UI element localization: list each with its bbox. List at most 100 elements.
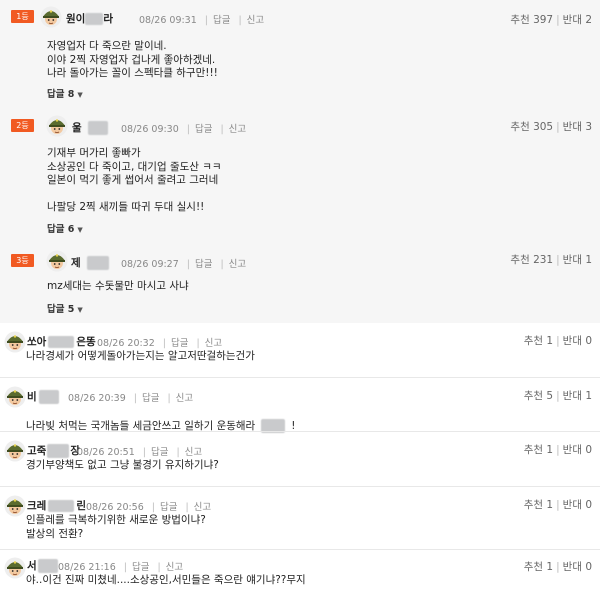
report-link[interactable]: 신고 bbox=[185, 447, 202, 458]
oppose-button[interactable]: 반대 1 bbox=[563, 254, 592, 266]
chevron-down-icon: ▼ bbox=[77, 91, 83, 99]
nickname-redaction bbox=[47, 444, 70, 458]
reply-link[interactable]: 답글 bbox=[160, 502, 177, 513]
comment-date: 08/26 20:51 bbox=[77, 447, 135, 458]
nickname[interactable]: 서 bbox=[27, 558, 58, 573]
comment-meta: 08/26 21:16 | 답글 | 신고 bbox=[58, 562, 184, 573]
report-link[interactable]: 신고 bbox=[247, 15, 264, 26]
avatar[interactable] bbox=[46, 115, 68, 137]
reply-link[interactable]: 답글 bbox=[213, 15, 230, 26]
comment-date: 08/26 21:16 bbox=[58, 562, 116, 573]
nickname[interactable]: 크레 린 bbox=[27, 498, 86, 513]
reply-count-toggle[interactable]: 답글 8 ▼ bbox=[47, 86, 83, 100]
comment-date: 08/26 09:27 bbox=[121, 259, 179, 270]
nickname-text: 고죽 bbox=[27, 445, 47, 457]
comment-date: 08/26 09:31 bbox=[139, 15, 197, 26]
report-link[interactable]: 신고 bbox=[229, 124, 246, 135]
oppose-button[interactable]: 반대 1 bbox=[563, 390, 592, 402]
report-link[interactable]: 신고 bbox=[194, 502, 211, 513]
reply-link[interactable]: 답글 bbox=[142, 393, 159, 404]
nickname[interactable]: 울 bbox=[72, 120, 108, 135]
nickname-redaction bbox=[37, 559, 58, 573]
nickname-text: 쏘아 bbox=[27, 336, 47, 348]
recommend-button[interactable]: 추천 397 bbox=[510, 14, 553, 26]
reply-count: 답글 8 bbox=[47, 89, 75, 100]
best-comment: 1등 원이 라 08/26 09:31 | 답글 | 신고 추천 397 | 반대 2 자영업… bbox=[0, 0, 600, 107]
avatar[interactable] bbox=[40, 6, 62, 28]
oppose-button[interactable]: 반대 0 bbox=[563, 499, 592, 511]
recommend-button[interactable]: 추천 1 bbox=[524, 335, 553, 347]
nickname-redaction bbox=[48, 336, 75, 348]
comment-body: 자영업자 다 죽으란 말이네. 이야 2찍 자영업자 겁나게 좋아하겠네. 나라… bbox=[47, 40, 218, 79]
comment-item: 크레 린 08/26 20:56 | 답글 | 신고 추천 1 | 반대 0 인플레를 극복하… bbox=[0, 487, 600, 549]
nickname[interactable]: 원이 라 bbox=[66, 11, 113, 26]
comment-item: 비 08/26 20:39 | 답글 | 신고 추천 5 | 반대 1 나라빚 처먹는 국개… bbox=[0, 378, 600, 433]
comment-body: 야..이건 진짜 미쳤네....소상공인,서민들은 죽으란 얘기냐??무지 bbox=[26, 574, 306, 586]
avatar[interactable] bbox=[4, 386, 26, 408]
comment-meta: 08/26 20:39 | 답글 | 신고 bbox=[68, 393, 194, 404]
report-link[interactable]: 신고 bbox=[229, 259, 246, 270]
comment-date: 08/26 09:30 bbox=[121, 124, 179, 135]
recommend-button[interactable]: 추천 1 bbox=[524, 444, 553, 456]
best-comments-section: 1등 원이 라 08/26 09:31 | 답글 | 신고 추천 397 | 반대 2 자영업… bbox=[0, 0, 600, 323]
reply-count: 답글 5 bbox=[47, 304, 75, 315]
nickname-tail: 라 bbox=[103, 13, 113, 25]
comment-item: 고죽 장 08/26 20:51 | 답글 | 신고 추천 1 | 반대 0 경기부양책도 없… bbox=[0, 432, 600, 486]
recommend-button[interactable]: 추천 305 bbox=[510, 121, 553, 133]
avatar[interactable] bbox=[4, 440, 26, 462]
recommend-button[interactable]: 추천 1 bbox=[524, 499, 553, 511]
oppose-button[interactable]: 반대 2 bbox=[563, 14, 592, 26]
vote-counts: 추천 397 | 반대 2 bbox=[510, 14, 592, 26]
comment-meta: 08/26 20:56 | 답글 | 신고 bbox=[86, 502, 212, 513]
comment-text-tail: ! bbox=[291, 419, 296, 432]
avatar[interactable] bbox=[4, 331, 26, 353]
recommend-button[interactable]: 추천 5 bbox=[524, 390, 553, 402]
recommend-button[interactable]: 추천 1 bbox=[524, 561, 553, 573]
oppose-button[interactable]: 반대 0 bbox=[563, 335, 592, 347]
comment-meta: 08/26 20:51 | 답글 | 신고 bbox=[77, 447, 203, 458]
report-link[interactable]: 신고 bbox=[166, 562, 183, 573]
reply-link[interactable]: 답글 bbox=[171, 338, 188, 349]
reply-link[interactable]: 답글 bbox=[195, 259, 212, 270]
avatar[interactable] bbox=[4, 557, 26, 579]
comment-meta: 08/26 09:27 | 답글 | 신고 bbox=[121, 259, 247, 270]
rank-badge: 3등 bbox=[11, 254, 34, 267]
comment-body: 나라빚 처먹는 국개놈들 세금안쓰고 일하기 운동해라! bbox=[26, 405, 295, 433]
reply-count-toggle[interactable]: 답글 5 ▼ bbox=[47, 301, 83, 315]
comment-date: 08/26 20:39 bbox=[68, 393, 126, 404]
nickname[interactable]: 비 bbox=[27, 389, 59, 404]
reply-link[interactable]: 답글 bbox=[151, 447, 168, 458]
best-comment: 2등 울 08/26 09:30 | 답글 | 신고 추천 305 | 반대 3 기재부 머… bbox=[0, 107, 600, 240]
nickname[interactable]: 고죽 장 bbox=[27, 443, 80, 458]
comment-body: 나라경세가 어떻게돌아가는지는 알고저딴걸하는건가 bbox=[26, 350, 255, 362]
reply-count-toggle[interactable]: 답글 6 ▼ bbox=[47, 221, 83, 235]
nickname-text: 제 bbox=[71, 257, 81, 269]
avatar[interactable] bbox=[46, 250, 68, 272]
reply-link[interactable]: 답글 bbox=[195, 124, 212, 135]
oppose-button[interactable]: 반대 0 bbox=[563, 561, 592, 573]
avatar[interactable] bbox=[4, 495, 26, 517]
oppose-button[interactable]: 반대 0 bbox=[563, 444, 592, 456]
comment-item: 쏘아 은똥 08/26 20:32 | 답글 | 신고 추천 1 | 반대 0 나라경세가 어… bbox=[0, 323, 600, 377]
nickname-redaction bbox=[48, 500, 75, 512]
comment-body: 기재부 머가리 좋빠가 소상공인 다 죽이고, 대기업 줄도산 ㅋㅋ 일본이 먹… bbox=[47, 147, 222, 213]
nickname[interactable]: 쏘아 은똥 bbox=[27, 334, 96, 349]
comment-text: 나라빚 처먹는 국개놈들 세금안쓰고 일하기 운동해라 bbox=[26, 419, 256, 432]
nickname-text: 원이 bbox=[66, 13, 86, 25]
nickname[interactable]: 제 bbox=[71, 255, 109, 270]
nickname-text: 서 bbox=[27, 560, 37, 572]
reply-link[interactable]: 답글 bbox=[132, 562, 149, 573]
vote-counts: 추천 5 | 반대 1 bbox=[523, 390, 592, 402]
report-link[interactable]: 신고 bbox=[205, 338, 222, 349]
vote-counts: 추천 231 | 반대 1 bbox=[510, 254, 592, 266]
recommend-button[interactable]: 추천 231 bbox=[510, 254, 553, 266]
comment-date: 08/26 20:56 bbox=[86, 502, 144, 513]
comment-date: 08/26 20:32 bbox=[97, 338, 155, 349]
nickname-text: 크레 bbox=[27, 500, 47, 512]
vote-counts: 추천 1 | 반대 0 bbox=[523, 335, 592, 347]
report-link[interactable]: 신고 bbox=[176, 393, 193, 404]
vote-counts: 추천 305 | 반대 3 bbox=[510, 121, 592, 133]
comment-body: 경기부양책도 없고 그냥 불경기 유지하기냐? bbox=[26, 459, 219, 471]
best-comment: 3등 제 08/26 09:27 | 답글 | 신고 추천 231 | 반대 1 mz세대는… bbox=[0, 240, 600, 323]
oppose-button[interactable]: 반대 3 bbox=[563, 121, 592, 133]
